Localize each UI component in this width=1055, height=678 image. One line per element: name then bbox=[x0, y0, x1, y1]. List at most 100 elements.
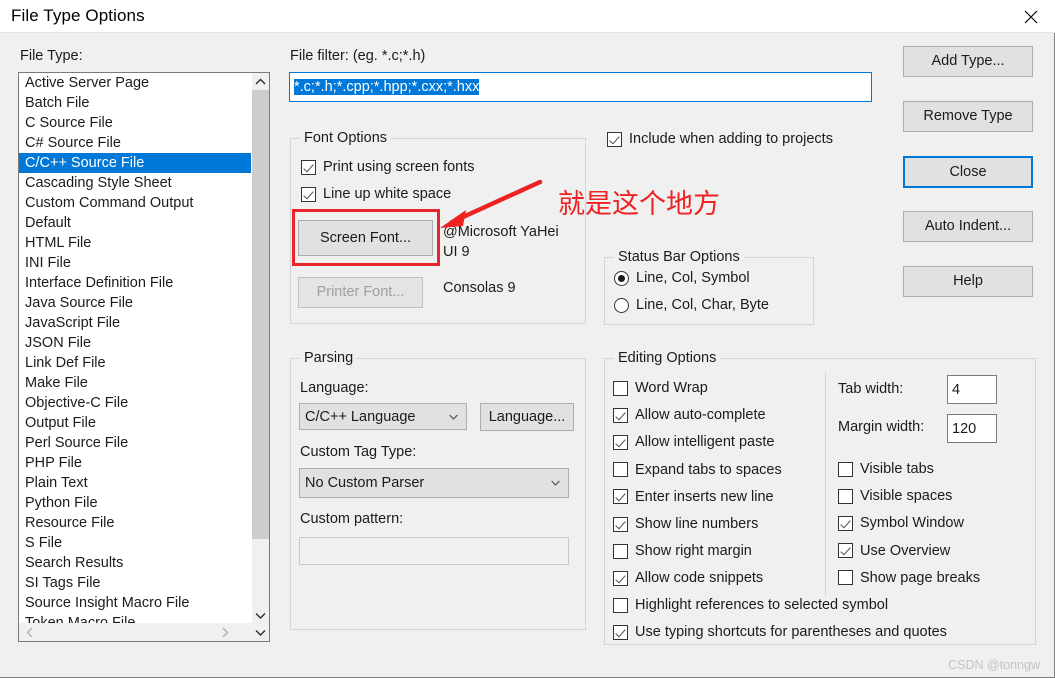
checkbox-expand-tabs-to-spaces[interactable]: Expand tabs to spaces bbox=[613, 462, 782, 478]
list-item[interactable]: Java Source File bbox=[19, 293, 251, 313]
chevron-down-icon bbox=[449, 414, 458, 420]
close-icon[interactable] bbox=[1008, 0, 1055, 32]
checkbox-box bbox=[838, 570, 853, 586]
checkbox-show-right-margin[interactable]: Show right margin bbox=[613, 543, 752, 559]
editing-options-divider bbox=[825, 372, 826, 596]
list-item[interactable]: Default bbox=[19, 213, 251, 233]
file-type-label: File Type: bbox=[20, 48, 83, 64]
radio-line-col-char-byte[interactable]: Line, Col, Char, Byte bbox=[614, 297, 769, 313]
list-item[interactable]: SI Tags File bbox=[19, 573, 251, 593]
chevron-up-glyph bbox=[255, 78, 266, 85]
checkbox-allow-code-snippets[interactable]: Allow code snippets bbox=[613, 570, 763, 586]
list-item[interactable]: JavaScript File bbox=[19, 313, 251, 333]
list-item[interactable]: Link Def File bbox=[19, 353, 251, 373]
checkbox-label: Allow code snippets bbox=[635, 570, 764, 587]
checkbox-box bbox=[301, 186, 316, 202]
checkbox-label: Show right margin bbox=[635, 543, 752, 560]
tab-width-value: 4 bbox=[952, 381, 961, 398]
auto-indent-button[interactable]: Auto Indent... bbox=[903, 211, 1033, 242]
checkbox-print-using-screen-fonts[interactable]: Print using screen fonts bbox=[301, 159, 475, 175]
printer-font-button: Printer Font... bbox=[298, 277, 423, 308]
status-bar-options-title: Status Bar Options bbox=[614, 249, 744, 265]
checkbox-highlight-references-to-selected-symbol[interactable]: Highlight references to selected symbol bbox=[613, 597, 888, 613]
list-item[interactable]: Source Insight Macro File bbox=[19, 593, 251, 613]
checkbox-box bbox=[613, 434, 628, 450]
checkbox-label: Use typing shortcuts for parentheses and… bbox=[635, 624, 947, 641]
checkbox-include-when-adding-to-projects[interactable]: Include when adding to projects bbox=[607, 131, 833, 147]
list-item[interactable]: INI File bbox=[19, 253, 251, 273]
checkbox-label: Allow intelligent paste bbox=[635, 434, 775, 451]
custom-tag-type-label: Custom Tag Type: bbox=[300, 444, 417, 460]
list-item[interactable]: PHP File bbox=[19, 453, 251, 473]
checkbox-box bbox=[613, 489, 628, 505]
checkbox-box bbox=[838, 515, 853, 531]
screen-font-button[interactable]: Screen Font... bbox=[298, 220, 433, 256]
tab-width-input[interactable]: 4 bbox=[947, 375, 997, 404]
list-item[interactable]: C Source File bbox=[19, 113, 251, 133]
help-button[interactable]: Help bbox=[903, 266, 1033, 297]
list-item[interactable]: HTML File bbox=[19, 233, 251, 253]
list-item[interactable]: JSON File bbox=[19, 333, 251, 353]
checkbox-word-wrap[interactable]: Word Wrap bbox=[613, 380, 708, 396]
remove-type-button[interactable]: Remove Type bbox=[903, 101, 1033, 132]
scrollbar-corner-down-icon[interactable] bbox=[252, 623, 269, 641]
checkbox-show-line-numbers[interactable]: Show line numbers bbox=[613, 516, 758, 532]
custom-tag-type-select[interactable]: No Custom Parser bbox=[299, 468, 569, 498]
checkbox-visible-tabs[interactable]: Visible tabs bbox=[838, 461, 934, 477]
checkbox-allow-intelligent-paste[interactable]: Allow intelligent paste bbox=[613, 434, 774, 450]
custom-tag-type-value: No Custom Parser bbox=[305, 475, 425, 491]
checkbox-label: Show line numbers bbox=[635, 516, 759, 532]
margin-width-input[interactable]: 120 bbox=[947, 414, 997, 443]
checkbox-box bbox=[607, 131, 622, 147]
file-type-listbox[interactable]: Active Server Page Batch File C Source Fil… bbox=[18, 72, 270, 642]
checkbox-line-up-white-space[interactable]: Line up white space bbox=[301, 186, 451, 202]
list-item[interactable]: S File bbox=[19, 533, 251, 553]
checkbox-use-typing-shortcuts-for-parentheses-and-quotes[interactable]: Use typing shortcuts for parentheses and… bbox=[613, 624, 947, 640]
list-item[interactable]: Output File bbox=[19, 413, 251, 433]
list-item[interactable]: Make File bbox=[19, 373, 251, 393]
list-item[interactable]: Custom Command Output bbox=[19, 193, 251, 213]
checkbox-box bbox=[613, 516, 628, 532]
list-item[interactable]: C/C++ Source File bbox=[19, 153, 251, 173]
checkbox-use-overview[interactable]: Use Overview bbox=[838, 543, 950, 559]
language-button[interactable]: Language... bbox=[480, 403, 574, 431]
list-item[interactable]: Active Server Page bbox=[19, 73, 251, 93]
checkbox-enter-inserts-new-line[interactable]: Enter inserts new line bbox=[613, 489, 774, 505]
list-item[interactable]: Perl Source File bbox=[19, 433, 251, 453]
list-item[interactable]: Cascading Style Sheet bbox=[19, 173, 251, 193]
checkbox-show-page-breaks[interactable]: Show page breaks bbox=[838, 570, 980, 586]
close-button[interactable]: Close bbox=[903, 156, 1033, 188]
radio-line-col-symbol[interactable]: Line, Col, Symbol bbox=[614, 270, 750, 286]
scroll-right-icon[interactable] bbox=[217, 624, 234, 641]
listbox-horizontal-scrollbar[interactable] bbox=[19, 623, 252, 641]
file-type-options-dialog: File Type Options File Type: Active Serv… bbox=[0, 0, 1055, 678]
checkbox-symbol-window[interactable]: Symbol Window bbox=[838, 515, 964, 531]
checkbox-label: Show page breaks bbox=[860, 569, 981, 586]
margin-width-value: 120 bbox=[952, 420, 977, 437]
scroll-down-icon[interactable] bbox=[252, 607, 269, 624]
list-item[interactable]: Python File bbox=[19, 493, 251, 513]
scrollbar-thumb[interactable] bbox=[252, 90, 269, 539]
radio-label: Line, Col, Char, Byte bbox=[636, 297, 769, 313]
list-item[interactable]: Search Results bbox=[19, 553, 251, 573]
checkbox-label: Highlight references to selected symbol bbox=[635, 597, 889, 613]
list-item[interactable]: Objective-C File bbox=[19, 393, 251, 413]
list-item[interactable]: Resource File bbox=[19, 513, 251, 533]
list-item[interactable]: Interface Definition File bbox=[19, 273, 251, 293]
scroll-up-icon[interactable] bbox=[252, 73, 269, 90]
checkbox-allow-auto-complete[interactable]: Allow auto-complete bbox=[613, 407, 766, 423]
add-type-button[interactable]: Add Type... bbox=[903, 46, 1033, 77]
list-item[interactable]: Batch File bbox=[19, 93, 251, 113]
listbox-vertical-scrollbar[interactable] bbox=[252, 73, 269, 624]
custom-pattern-input[interactable] bbox=[299, 537, 569, 565]
list-item[interactable]: Plain Text bbox=[19, 473, 251, 493]
file-filter-input[interactable]: *.c;*.h;*.cpp;*.hpp;*.cxx;*.hxx bbox=[289, 72, 872, 102]
scroll-left-icon[interactable] bbox=[21, 624, 38, 641]
list-item[interactable]: C# Source File bbox=[19, 133, 251, 153]
status-bar-options-group: Status Bar Options bbox=[604, 249, 814, 325]
language-select-value: C/C++ Language bbox=[305, 408, 416, 425]
checkbox-visible-spaces[interactable]: Visible spaces bbox=[838, 488, 952, 504]
checkbox-label: Print using screen fonts bbox=[323, 159, 475, 175]
language-select[interactable]: C/C++ Language bbox=[299, 403, 467, 430]
checkbox-box bbox=[838, 461, 853, 477]
